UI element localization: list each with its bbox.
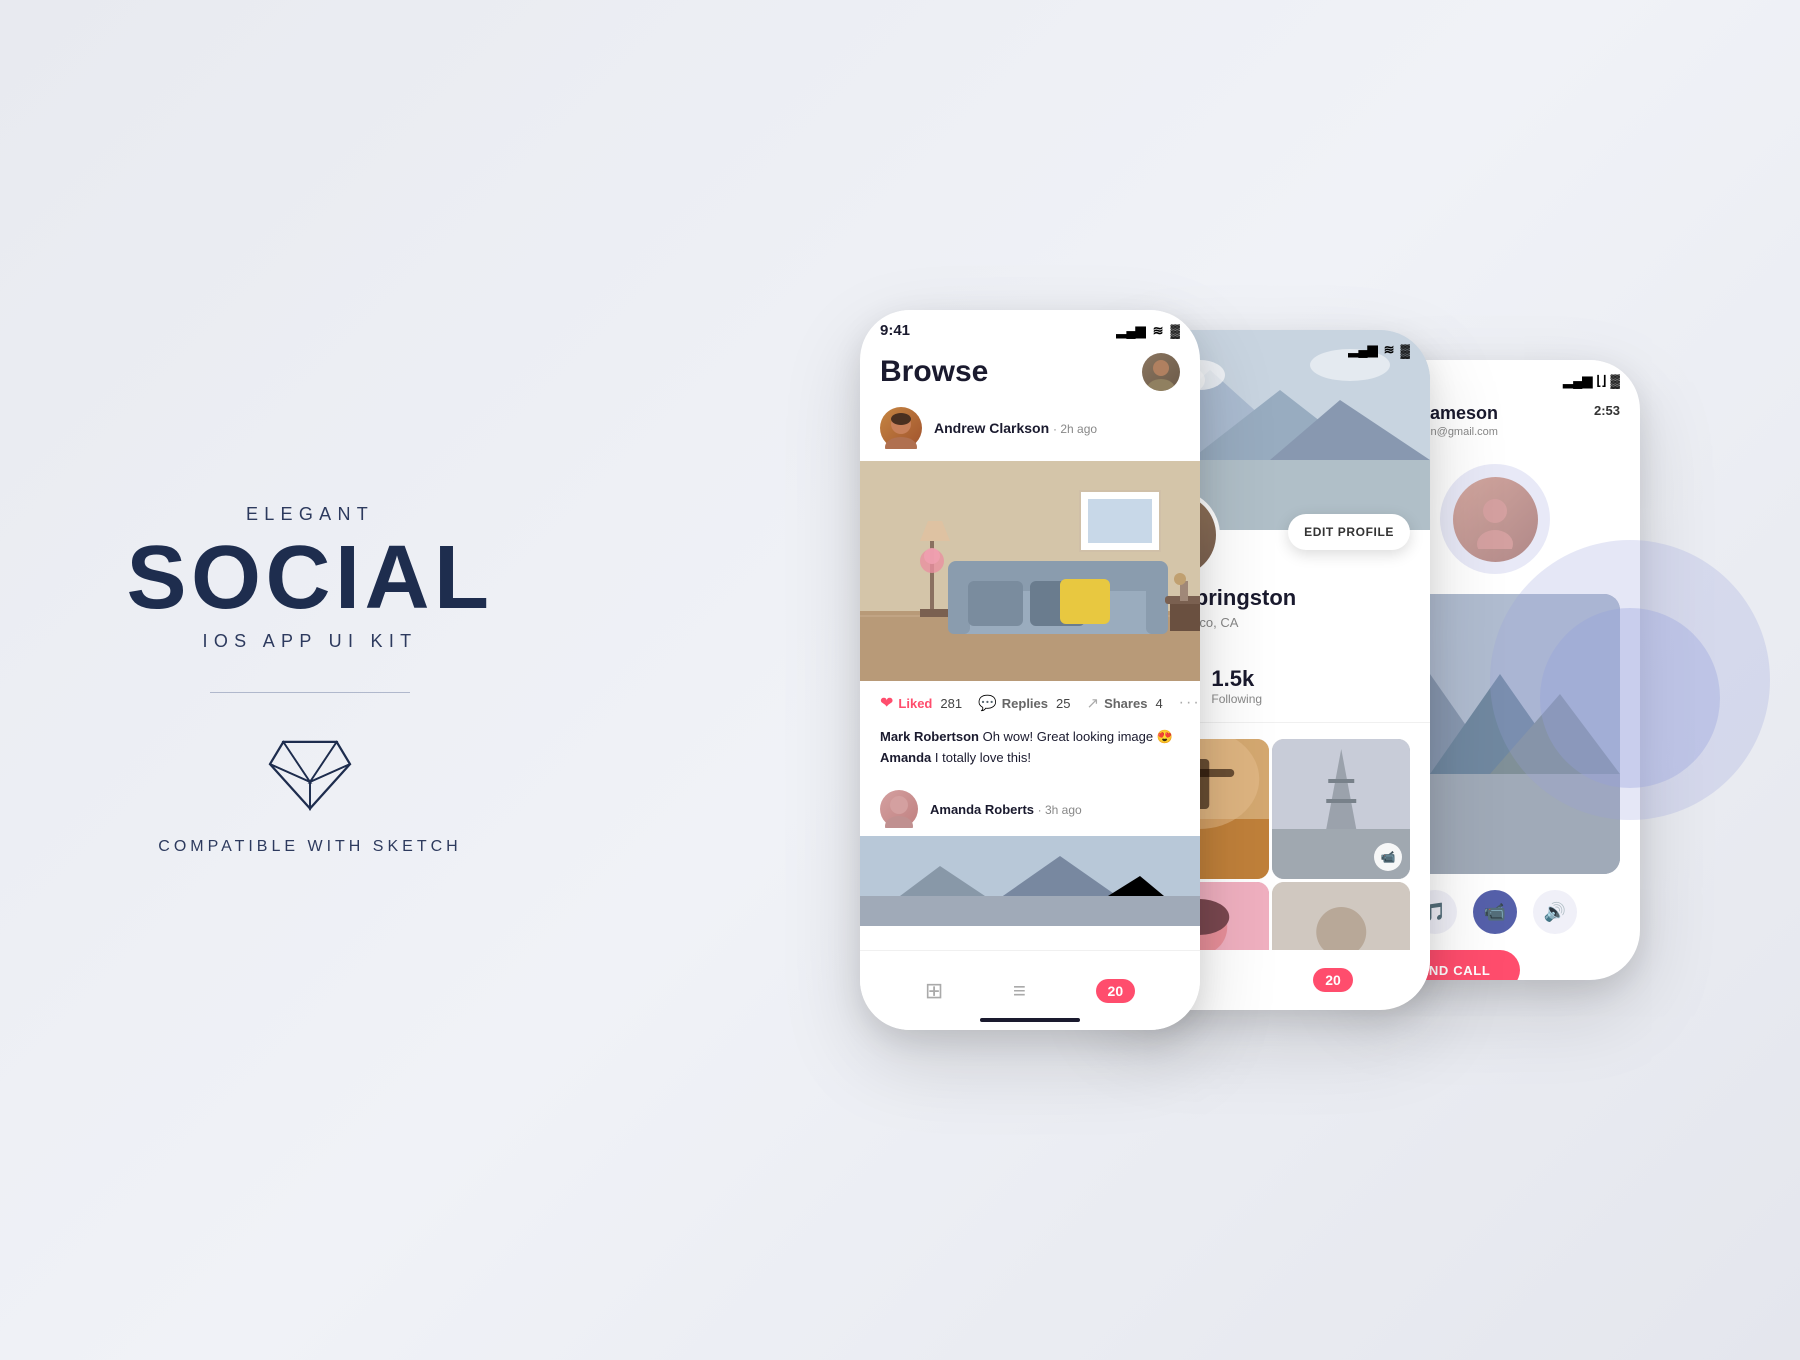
- p-signal-icon: ▂▄▆: [1348, 342, 1377, 358]
- main-status-bar: 9:41 ▂▄▆ ≋ ▓: [860, 310, 1200, 345]
- comment2-text: I totally love this!: [935, 750, 1031, 765]
- signal-icon: ▂▄▆: [1563, 373, 1592, 389]
- post1-time: · 2h ago: [1053, 422, 1097, 436]
- p-battery-icon: ▓: [1401, 343, 1410, 358]
- replies-label: Replies: [1002, 696, 1048, 711]
- caller-avatar-svg: [1465, 489, 1525, 549]
- comment2-user: Amanda: [880, 750, 931, 765]
- post2-avatar-svg: [880, 790, 918, 828]
- shares-label: Shares: [1104, 696, 1147, 711]
- post2-author-info: Amanda Roberts · 3h ago: [930, 802, 1082, 817]
- browse-header: Browse: [860, 345, 1200, 407]
- heart-icon: ❤: [880, 693, 893, 713]
- post1-image: [860, 461, 1200, 681]
- kit-label: IOS APP UI KIT: [100, 631, 520, 652]
- battery-icon: ▓: [1611, 373, 1620, 388]
- user-avatar-main[interactable]: [1142, 353, 1180, 391]
- call-timer: 2:53: [1594, 403, 1620, 418]
- filter-nav-icon[interactable]: ≡: [1013, 978, 1026, 1004]
- post1-avatar-svg: [880, 407, 922, 449]
- call-avatar-outer: [1440, 464, 1550, 574]
- post1-sofa-bg: [860, 461, 1200, 681]
- liked-count: 281: [940, 696, 962, 711]
- shares-count: 4: [1155, 696, 1162, 711]
- replies-count: 25: [1056, 696, 1070, 711]
- video-badge: 📹: [1374, 843, 1402, 871]
- divider: [210, 692, 410, 693]
- post2-mountain-bg: [860, 836, 1200, 926]
- deco-circle-inner: [1540, 608, 1720, 788]
- main-nav-badge[interactable]: 20: [1096, 979, 1136, 1003]
- liked-label: Liked: [898, 696, 932, 711]
- profile-nav-badge[interactable]: 20: [1313, 968, 1353, 992]
- wifi-icon: ⌊⌋: [1596, 373, 1606, 389]
- comment1-text: Oh wow! Great looking image 😍: [983, 729, 1173, 744]
- post2-author-row: Amanda Roberts · 3h ago: [860, 782, 1200, 828]
- replies-action[interactable]: 💬 Replies 25: [978, 694, 1070, 712]
- comment2: Amanda I totally love this!: [880, 750, 1180, 765]
- bubble-icon: 💬: [978, 694, 997, 712]
- main-battery-icon: ▓: [1171, 323, 1180, 338]
- comment1-user: Mark Robertson: [880, 729, 979, 744]
- end-call-label: END CALL: [1420, 963, 1491, 978]
- post1-author-info: Andrew Clarkson · 2h ago: [934, 420, 1097, 436]
- home-bar: [980, 1018, 1080, 1022]
- following-label: Following: [1211, 692, 1262, 706]
- share-icon: ↗: [1086, 694, 1099, 712]
- post1-actions: ❤ Liked 281 💬 Replies 25 ↗ Shares 4 ···: [860, 681, 1200, 725]
- post2-time: · 3h ago: [1038, 803, 1082, 817]
- main-wifi-icon: ≋: [1153, 323, 1164, 339]
- sketch-label: COMPATIBLE WITH SKETCH: [100, 838, 520, 856]
- shares-action[interactable]: ↗ Shares 4: [1086, 694, 1162, 712]
- main-status-icons: ▂▄▆ ≋ ▓: [1116, 323, 1180, 339]
- post2-author-name: Amanda Roberts · 3h ago: [930, 802, 1082, 817]
- comment1: Mark Robertson Oh wow! Great looking ima…: [880, 729, 1180, 745]
- following-stat: 1.5k Following: [1211, 666, 1262, 706]
- profile-status-icons: ▂▄▆ ≋ ▓: [1348, 342, 1410, 358]
- post1-author-row: Andrew Clarkson · 2h ago: [860, 407, 1200, 461]
- post1-author-name: Andrew Clarkson · 2h ago: [934, 420, 1097, 436]
- gallery-item-2[interactable]: 📹: [1272, 739, 1411, 879]
- grid-nav-icon[interactable]: ⊞: [925, 978, 943, 1004]
- post2-image: [860, 836, 1200, 926]
- p-wifi-icon: ≋: [1384, 342, 1395, 358]
- branding-section: ELEGANT SOCIAL IOS APP UI KIT COMPATIBLE…: [100, 504, 520, 856]
- edit-profile-button[interactable]: EDIT PROFILE: [1288, 514, 1410, 550]
- phone-main: 9:41 ▂▄▆ ≋ ▓ Browse: [860, 310, 1200, 1030]
- call-avatar: [1453, 477, 1538, 562]
- video-btn[interactable]: 📹: [1473, 890, 1517, 934]
- main-signal-icon: ▂▄▆: [1116, 323, 1145, 339]
- comments-section: Mark Robertson Oh wow! Great looking ima…: [860, 725, 1200, 782]
- user-avatar-svg: [1142, 353, 1180, 391]
- speaker-btn[interactable]: 🔊: [1533, 890, 1577, 934]
- main-time: 9:41: [880, 322, 910, 339]
- post1-avatar[interactable]: [880, 407, 922, 449]
- post2-avatar[interactable]: [880, 790, 918, 828]
- like-action[interactable]: ❤ Liked 281: [880, 693, 962, 713]
- elegant-label: ELEGANT: [100, 504, 520, 525]
- social-label: SOCIAL: [100, 533, 520, 623]
- more-options[interactable]: ···: [1179, 694, 1200, 712]
- diamond-icon: [265, 733, 355, 813]
- call-status-icons: ▂▄▆ ⌊⌋ ▓: [1563, 373, 1620, 389]
- browse-title: Browse: [880, 355, 988, 389]
- following-count: 1.5k: [1211, 666, 1262, 692]
